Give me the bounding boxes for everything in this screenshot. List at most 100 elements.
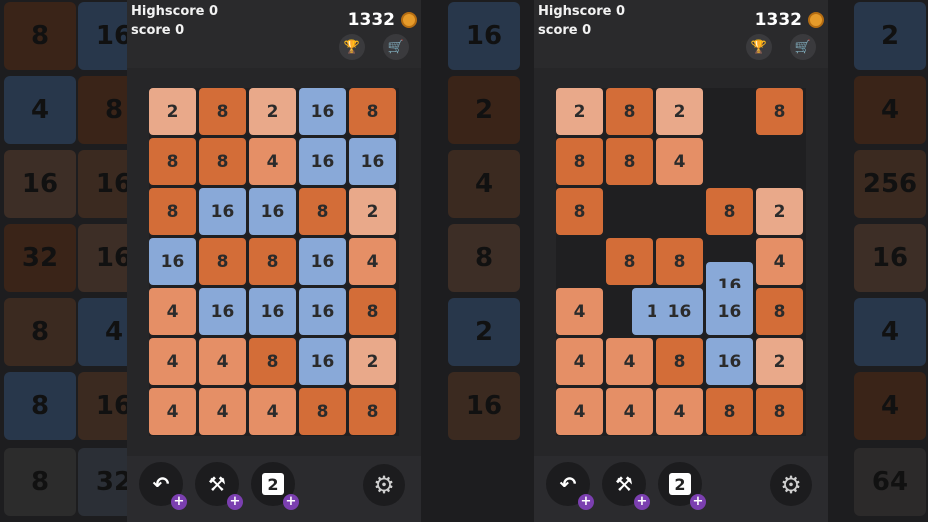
swap-count: 2 bbox=[669, 473, 691, 495]
background-tile: 8 bbox=[4, 448, 76, 516]
plus-badge: + bbox=[227, 494, 243, 510]
tile[interactable]: 8 bbox=[199, 238, 246, 285]
tile[interactable]: 16 bbox=[299, 88, 346, 135]
swap-button[interactable]: 2 + bbox=[658, 462, 706, 510]
tile[interactable]: 16 bbox=[299, 288, 346, 335]
undo-icon: ↶ bbox=[152, 472, 170, 496]
tile[interactable]: 2 bbox=[349, 338, 396, 385]
plus-badge: + bbox=[171, 494, 187, 510]
tile[interactable]: 4 bbox=[149, 288, 196, 335]
tile[interactable]: 16 bbox=[199, 188, 246, 235]
hammer-button[interactable]: ⚒ + bbox=[195, 462, 243, 510]
plus-badge: + bbox=[690, 494, 706, 510]
tile[interactable]: 2 bbox=[349, 188, 396, 235]
tile[interactable]: 4 bbox=[606, 338, 653, 385]
tile[interactable]: 8 bbox=[249, 238, 296, 285]
game-panel-right: Highscore 0 score 0 1332 🏆 🛒 2 8 2 8 8 8… bbox=[534, 0, 828, 522]
tile[interactable]: 4 bbox=[556, 388, 603, 435]
tile[interactable]: 8 bbox=[556, 188, 603, 235]
tile[interactable]: 2 bbox=[756, 338, 803, 385]
gear-icon[interactable]: ⚙ bbox=[770, 464, 812, 506]
tile[interactable]: 4 bbox=[249, 388, 296, 435]
background-tile: 2 bbox=[448, 298, 520, 366]
tile[interactable]: 2 bbox=[656, 88, 703, 135]
background-tile: 8 bbox=[448, 224, 520, 292]
tile[interactable]: 4 bbox=[756, 238, 803, 285]
tile[interactable]: 8 bbox=[606, 138, 653, 185]
score-label: score 0 bbox=[131, 23, 185, 38]
tile[interactable]: 8 bbox=[606, 88, 653, 135]
hammer-icon: ⚒ bbox=[615, 472, 633, 496]
tile[interactable]: 16 bbox=[656, 288, 703, 335]
tile[interactable]: 16 bbox=[299, 338, 346, 385]
tile[interactable]: 4 bbox=[606, 388, 653, 435]
tile[interactable]: 8 bbox=[299, 188, 346, 235]
hammer-button[interactable]: ⚒ + bbox=[602, 462, 650, 510]
tile[interactable]: 2 bbox=[249, 88, 296, 135]
tile[interactable]: 8 bbox=[556, 138, 603, 185]
tile[interactable]: 16 bbox=[149, 238, 196, 285]
tile[interactable]: 2 bbox=[756, 188, 803, 235]
tile[interactable]: 4 bbox=[556, 288, 603, 335]
tile[interactable]: 8 bbox=[199, 88, 246, 135]
tile[interactable]: 4 bbox=[199, 388, 246, 435]
coin-count: 1332 bbox=[754, 10, 802, 30]
tile[interactable]: 4 bbox=[249, 138, 296, 185]
background-tile: 8 bbox=[4, 298, 76, 366]
tile[interactable]: 8 bbox=[656, 238, 703, 285]
background-tile: 256 bbox=[854, 150, 926, 218]
tile[interactable]: 8 bbox=[756, 88, 803, 135]
swap-count: 2 bbox=[262, 473, 284, 495]
hammer-icon: ⚒ bbox=[208, 472, 226, 496]
trophy-icon[interactable]: 🏆 bbox=[339, 34, 365, 60]
tile[interactable]: 4 bbox=[149, 388, 196, 435]
tile[interactable]: 8 bbox=[199, 138, 246, 185]
tile[interactable]: 16 bbox=[706, 288, 753, 335]
tile[interactable]: 8 bbox=[299, 388, 346, 435]
trophy-icon[interactable]: 🏆 bbox=[746, 34, 772, 60]
game-panel-left: Highscore 0 score 0 1332 🏆 🛒 2 8 2 16 8 … bbox=[127, 0, 421, 522]
swap-button[interactable]: 2 + bbox=[251, 462, 299, 510]
undo-button[interactable]: ↶ + bbox=[546, 462, 594, 510]
tile[interactable]: 4 bbox=[149, 338, 196, 385]
background-tile: 2 bbox=[448, 76, 520, 144]
gear-icon[interactable]: ⚙ bbox=[363, 464, 405, 506]
tile[interactable]: 8 bbox=[756, 388, 803, 435]
background-tile: 8 bbox=[4, 2, 76, 70]
tile[interactable]: 16 bbox=[299, 138, 346, 185]
tile[interactable]: 4 bbox=[349, 238, 396, 285]
tile[interactable]: 8 bbox=[149, 138, 196, 185]
tile[interactable]: 16 bbox=[249, 188, 296, 235]
cart-icon[interactable]: 🛒 bbox=[383, 34, 409, 60]
tile[interactable]: 8 bbox=[349, 88, 396, 135]
tile[interactable]: 16 bbox=[199, 288, 246, 335]
tile[interactable]: 8 bbox=[349, 388, 396, 435]
tile[interactable]: 8 bbox=[656, 338, 703, 385]
cart-icon[interactable]: 🛒 bbox=[790, 34, 816, 60]
tile[interactable]: 8 bbox=[249, 338, 296, 385]
undo-button[interactable]: ↶ + bbox=[139, 462, 187, 510]
tile[interactable]: 16 bbox=[299, 238, 346, 285]
bottom-bar: ↶ + ⚒ + 2 + ⚙ bbox=[534, 456, 828, 522]
coin-icon bbox=[401, 12, 417, 28]
tile[interactable]: 8 bbox=[606, 238, 653, 285]
tile[interactable]: 8 bbox=[706, 188, 753, 235]
tile[interactable]: 8 bbox=[149, 188, 196, 235]
plus-badge: + bbox=[578, 494, 594, 510]
tile[interactable]: 2 bbox=[556, 88, 603, 135]
background-tile: 16 bbox=[448, 2, 520, 70]
background-tile: 32 bbox=[4, 224, 76, 292]
tile[interactable]: 16 bbox=[249, 288, 296, 335]
tile[interactable]: 8 bbox=[706, 388, 753, 435]
tile[interactable]: 8 bbox=[349, 288, 396, 335]
tile[interactable]: 2 bbox=[149, 88, 196, 135]
background-tile: 4 bbox=[854, 76, 926, 144]
tile[interactable]: 16 bbox=[349, 138, 396, 185]
background-tile: 4 bbox=[4, 76, 76, 144]
tile[interactable]: 4 bbox=[656, 138, 703, 185]
tile[interactable]: 4 bbox=[199, 338, 246, 385]
tile[interactable]: 16 bbox=[706, 338, 753, 385]
tile[interactable]: 4 bbox=[656, 388, 703, 435]
tile[interactable]: 8 bbox=[756, 288, 803, 335]
tile[interactable]: 4 bbox=[556, 338, 603, 385]
